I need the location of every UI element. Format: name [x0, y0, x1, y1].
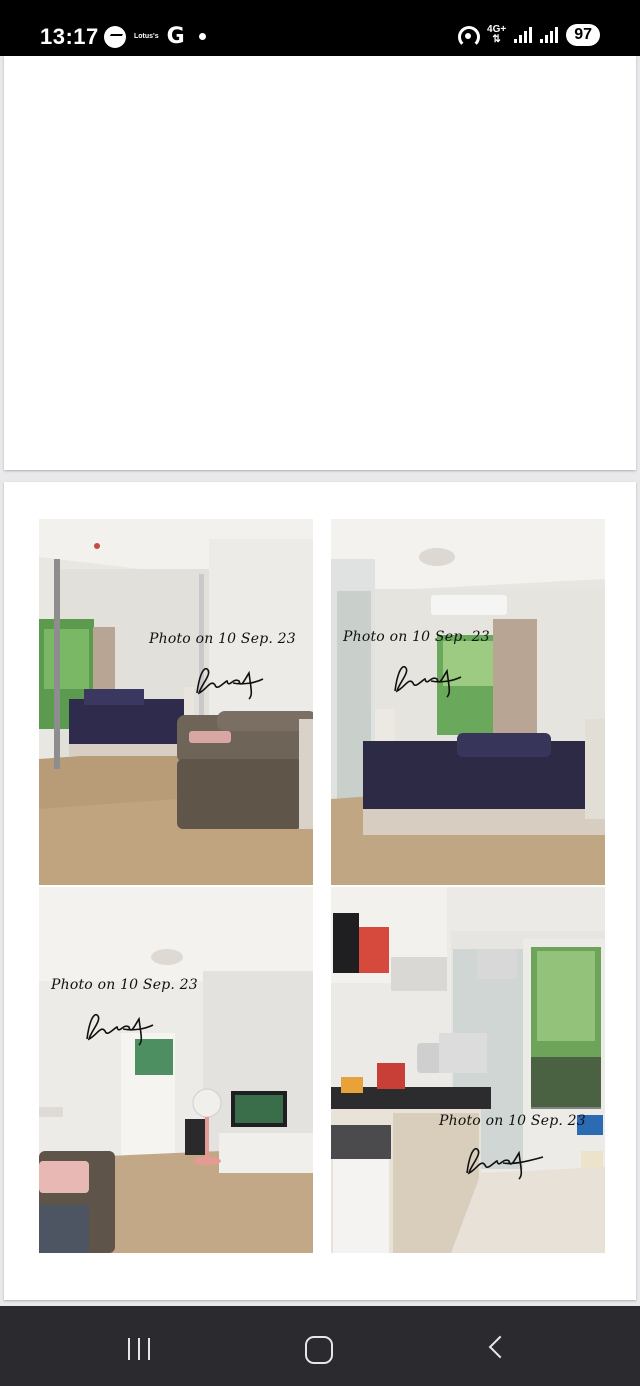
back-icon[interactable]	[488, 1335, 512, 1359]
room-photo-3[interactable]: Photo on 10 Sep. 23	[39, 887, 313, 1253]
room-photo-1[interactable]: Photo on 10 Sep. 23	[39, 519, 313, 885]
photo-4-signature	[466, 1148, 544, 1180]
signal-icon-sim1	[514, 27, 533, 43]
notification-icons: Lotus's G	[104, 24, 206, 49]
photo-1-caption: Photo on 10 Sep. 23	[149, 631, 296, 647]
room-photo-2-image	[331, 519, 605, 885]
room-photo-1-image	[39, 519, 313, 885]
room-photo-3-image	[39, 887, 313, 1253]
lotus-app-icon: Lotus's	[134, 33, 159, 40]
network-type-icon: 4G+ ⇅	[487, 25, 506, 45]
home-icon[interactable]	[305, 1336, 333, 1364]
system-icons: 4G+ ⇅ 97	[457, 24, 600, 48]
photo-1-signature	[196, 668, 264, 700]
recent-apps-icon[interactable]	[128, 1338, 150, 1360]
room-photo-4[interactable]: Photo on 10 Sep. 23	[331, 887, 605, 1253]
room-photo-2[interactable]: Photo on 10 Sep. 23	[331, 519, 605, 885]
photo-3-caption: Photo on 10 Sep. 23	[51, 977, 198, 993]
google-icon: G	[166, 24, 185, 49]
photo-2-caption: Photo on 10 Sep. 23	[343, 629, 490, 645]
messenger-icon	[104, 25, 126, 48]
clock: 13:17	[40, 24, 99, 49]
hotspot-icon	[457, 24, 481, 48]
system-navigation-bar	[0, 1306, 640, 1386]
signal-icon-sim2	[540, 27, 559, 43]
photo-3-signature	[86, 1014, 154, 1046]
photo-2-signature	[394, 666, 462, 698]
battery-icon: 97	[566, 24, 600, 46]
status-bar: 13:17 Lotus's G 4G+ ⇅ 97	[0, 0, 640, 56]
room-photo-4-image	[331, 887, 605, 1253]
more-notifications-dot-icon	[198, 33, 206, 40]
photo-4-caption: Photo on 10 Sep. 23	[439, 1113, 586, 1129]
room-photo-collage-card[interactable]: Photo on 10 Sep. 23 Photo on 10 Sep. 23	[4, 482, 636, 1300]
data-arrows-icon: ⇅	[492, 34, 501, 45]
blank-image-card[interactable]	[4, 56, 636, 470]
